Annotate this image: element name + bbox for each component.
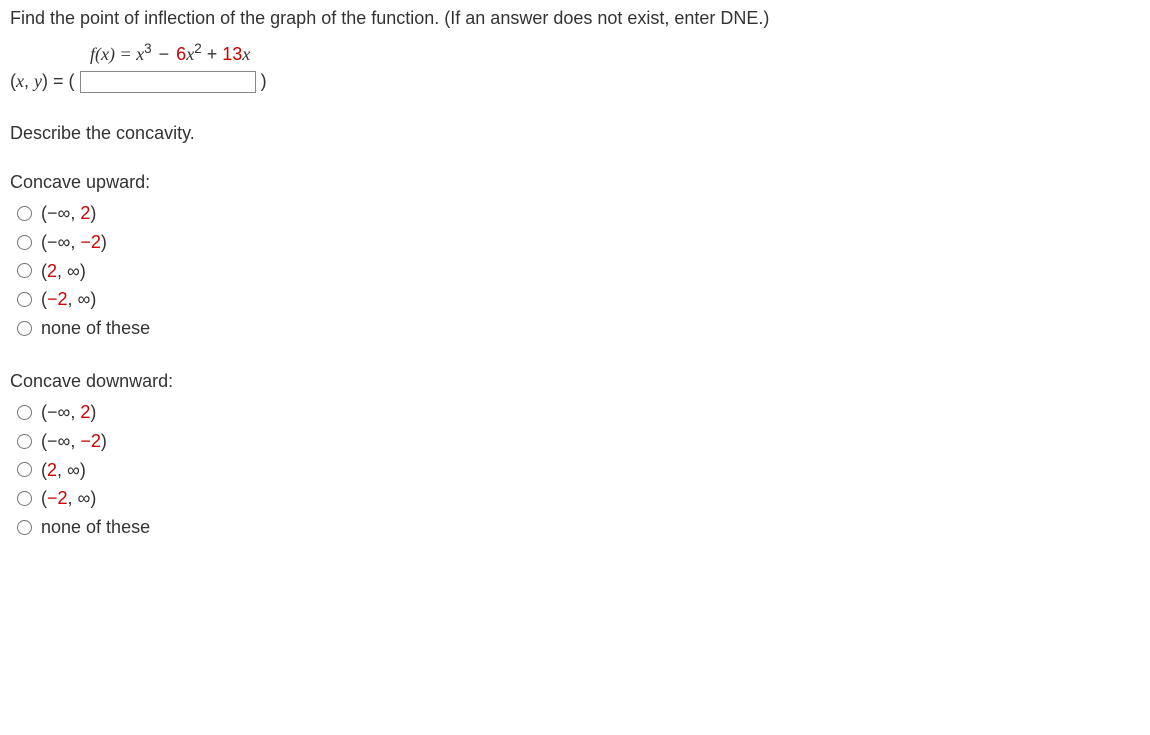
- answer-line: (x, y) = ( ): [10, 71, 1140, 93]
- concave-downward-option: none of these: [14, 513, 1140, 542]
- concave-downward-option: (−∞, −2): [14, 427, 1140, 456]
- concave-upward-option: (2, ∞): [14, 257, 1140, 286]
- concavity-heading: Describe the concavity.: [10, 123, 1140, 144]
- inflection-point-input[interactable]: [80, 71, 256, 93]
- concave-upward-label: (2, ∞): [41, 257, 86, 286]
- concave-upward-radio[interactable]: [17, 292, 32, 307]
- concave-upward-label: (−∞, −2): [41, 228, 107, 257]
- concave-upward-label: none of these: [41, 314, 150, 343]
- concave-downward-option: (−2, ∞): [14, 484, 1140, 513]
- concave-upward-heading: Concave upward:: [10, 172, 1140, 193]
- concave-upward-radio[interactable]: [17, 321, 32, 336]
- concave-downward-label: (−2, ∞): [41, 484, 96, 513]
- concave-downward-label: none of these: [41, 513, 150, 542]
- concave-upward-radio[interactable]: [17, 235, 32, 250]
- concave-downward-radio[interactable]: [17, 405, 32, 420]
- concave-downward-heading: Concave downward:: [10, 371, 1140, 392]
- concave-upward-label: (−2, ∞): [41, 285, 96, 314]
- concave-upward-radio[interactable]: [17, 206, 32, 221]
- concave-downward-radio[interactable]: [17, 491, 32, 506]
- concave-downward-radio[interactable]: [17, 434, 32, 449]
- concave-downward-label: (−∞, −2): [41, 427, 107, 456]
- concave-downward-option: (−∞, 2): [14, 398, 1140, 427]
- concave-downward-radio[interactable]: [17, 520, 32, 535]
- concave-upward-label: (−∞, 2): [41, 199, 96, 228]
- concave-upward-option: (−2, ∞): [14, 285, 1140, 314]
- concave-upward-option: none of these: [14, 314, 1140, 343]
- concave-downward-option: (2, ∞): [14, 456, 1140, 485]
- function-equation: f(x) = x3 − 6x2 + 13x: [90, 41, 1140, 65]
- concave-upward-option: (−∞, 2): [14, 199, 1140, 228]
- concave-downward-radio[interactable]: [17, 462, 32, 477]
- concave-upward-radio[interactable]: [17, 263, 32, 278]
- question-prompt: Find the point of inflection of the grap…: [10, 8, 1140, 29]
- concave-downward-label: (−∞, 2): [41, 398, 96, 427]
- concave-upward-option: (−∞, −2): [14, 228, 1140, 257]
- concave-downward-label: (2, ∞): [41, 456, 86, 485]
